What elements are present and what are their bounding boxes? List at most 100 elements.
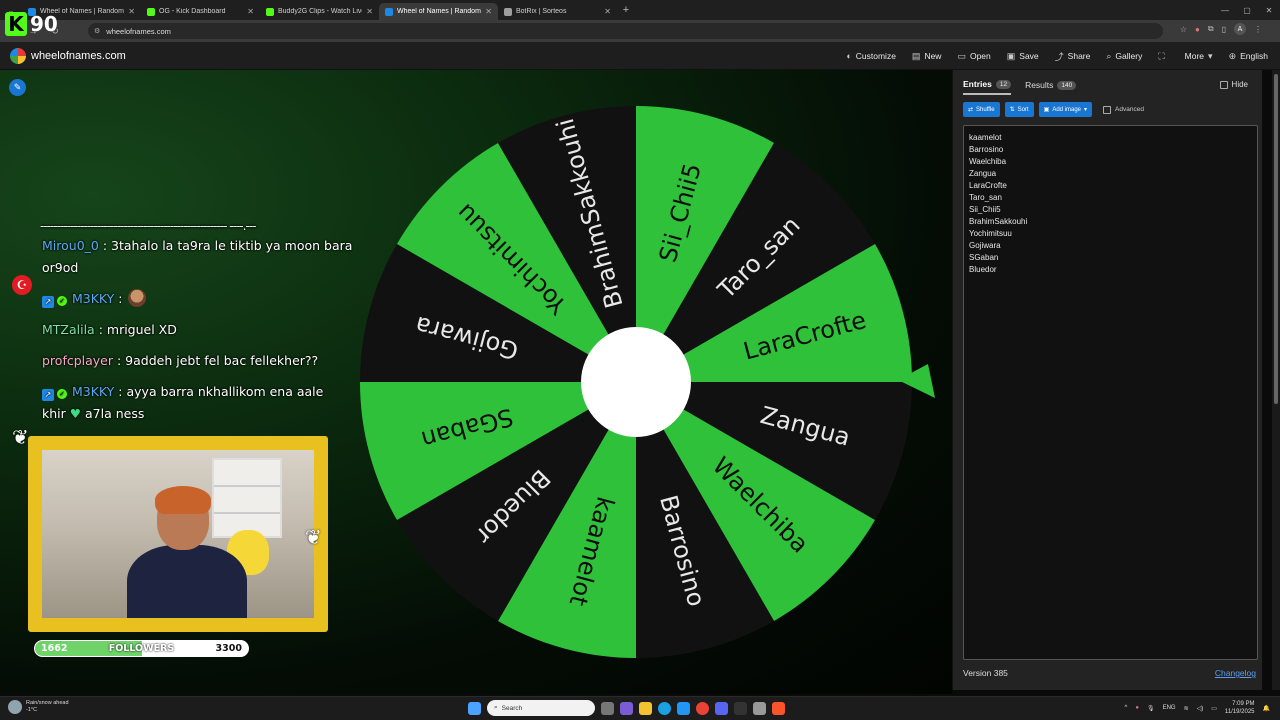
entry-line: LaraCrofte [969, 181, 1007, 190]
close-window-icon[interactable]: ✕ [1258, 0, 1280, 20]
volume-icon[interactable]: ◁) [1197, 705, 1204, 712]
chat-username[interactable]: MTZalila [42, 322, 95, 337]
menu-item-gallery[interactable]: ⌕ Gallery [1106, 51, 1142, 62]
advanced-checkbox[interactable] [1103, 105, 1112, 114]
menu-item-share[interactable]: ⤴ Share [1055, 50, 1091, 63]
screen: ⌄ Wheel of Names | Random name✕OG - Kick… [0, 0, 1280, 720]
brave-icon[interactable] [772, 701, 785, 715]
tab-close-icon[interactable]: ✕ [366, 7, 373, 16]
system-tray: ^ ● 🎙 ENG ≋ ◁) ▭ 7:09 PM 11/19/2025 🔔 [1125, 700, 1271, 716]
advanced-toggle[interactable]: Advanced [1103, 105, 1144, 114]
browser-menu-icon[interactable]: ⋮ [1254, 25, 1262, 34]
menu-item-label: Gallery [1115, 51, 1143, 61]
hide-checkbox[interactable] [1219, 80, 1228, 89]
chat-username[interactable]: M3KKY [72, 291, 114, 306]
start-windows-icon[interactable] [468, 701, 481, 715]
subscriber-badge-icon: ↗ [42, 389, 54, 401]
profile-avatar[interactable]: A [1234, 23, 1246, 35]
results-count-badge: 140 [1057, 80, 1077, 90]
tab-close-icon[interactable]: ✕ [604, 7, 611, 16]
tab-entries[interactable]: Entries 12 [963, 79, 1012, 95]
minimize-icon[interactable]: — [1214, 0, 1236, 20]
tab-favicon-icon [504, 7, 512, 16]
changelog-link[interactable]: Changelog [1215, 668, 1256, 678]
add-image-button[interactable]: ▣ Add image ▾ [1038, 102, 1093, 117]
settings-icon[interactable] [753, 701, 766, 715]
new-tab-button[interactable]: + [617, 4, 635, 16]
sidebar-icon[interactable]: ▯ [1222, 25, 1226, 34]
chat-username[interactable]: Mirou0_0 [42, 238, 99, 253]
edit-pencil-icon[interactable]: ✎ [9, 79, 26, 96]
weather-widget[interactable]: Rain/snow ahead -1°C [8, 700, 69, 714]
menu-item-fullscreen[interactable]: ⛶ [1158, 51, 1168, 62]
tunisia-flag-icon: ☪ [12, 275, 32, 295]
chat-username[interactable]: M3KKY [72, 384, 114, 399]
site-header: wheelofnames.com ◐ Customize ▤ New ▭ Open ▣ Sav… [0, 42, 1280, 70]
browser-tab[interactable]: Buddy2G Clips - Watch Live on ✕ [260, 3, 379, 20]
bookmark-star-icon[interactable]: ☆ [1180, 25, 1187, 34]
browser-tab[interactable]: OG - Kick Dashboard ✕ [141, 3, 260, 20]
kick-viewer-badge: K 90 [5, 12, 58, 36]
hide-toggle[interactable]: Hide [1219, 80, 1248, 89]
menu-item-english[interactable]: ⊕ English [1229, 51, 1268, 62]
tab-close-icon[interactable]: ✕ [247, 7, 254, 16]
tray-app-icon[interactable]: ● [1135, 705, 1139, 711]
maximize-icon[interactable]: ▢ [1236, 0, 1258, 20]
wheel-logo-icon[interactable] [10, 47, 26, 64]
tray-chevron-icon[interactable]: ^ [1125, 705, 1128, 711]
browser-tab[interactable]: BotRix | Sorteos ✕ [498, 3, 617, 20]
edge-icon[interactable] [658, 701, 671, 715]
site-info-icon[interactable]: ⚙ [94, 27, 100, 35]
shuffle-button[interactable]: ⇄ Shuffle [963, 102, 1000, 117]
url-field[interactable]: ⚙ wheelofnames.com [88, 23, 1163, 39]
app-icon[interactable] [620, 701, 633, 715]
frame-deco-icon: ❦ [12, 427, 29, 449]
tab-favicon-icon [266, 7, 274, 16]
chrome-icon[interactable] [696, 701, 709, 715]
extensions-puzzle-icon[interactable]: ⧉ [1208, 24, 1214, 34]
sort-button[interactable]: ⇅ Sort [1004, 102, 1034, 117]
image-icon: ▣ [1043, 107, 1050, 113]
task-view-icon[interactable] [601, 701, 614, 715]
viewer-count: 90 [30, 12, 58, 36]
site-name[interactable]: wheelofnames.com [31, 50, 126, 62]
network-icon[interactable]: ≋ [1184, 705, 1189, 712]
extension-icon[interactable]: ● [1195, 25, 1200, 34]
page-scrollbar[interactable] [1272, 70, 1280, 690]
palette-icon: ◐ [846, 51, 852, 61]
menu-item-more[interactable]: More ▾ [1185, 51, 1213, 62]
subscriber-badge-icon: ↗ [42, 296, 54, 308]
taskbar-search[interactable]: ⌕ Search [487, 700, 595, 716]
tab-close-icon[interactable]: ✕ [128, 7, 135, 16]
chat-username[interactable]: profcplayer [42, 353, 113, 368]
tab-close-icon[interactable]: ✕ [485, 7, 492, 16]
new-file-icon: ▤ [911, 50, 921, 61]
entries-panel: Entries 12 Results 140 Hide ⇄ Shuffle ⇅ … [952, 70, 1262, 690]
site-menu: ◐ Customize ▤ New ▭ Open ▣ Save ⤴ Share ⌕ Gallery ⛶ M… [846, 42, 1268, 70]
menu-item-save[interactable]: ▣ Save [1007, 51, 1039, 62]
tab-entries-label: Entries [963, 79, 992, 89]
app-icon[interactable] [677, 701, 690, 715]
menu-item-open[interactable]: ▭ Open [957, 51, 990, 62]
file-explorer-icon[interactable] [639, 701, 652, 715]
chevron-down-icon: ▾ [1084, 107, 1088, 113]
name-wheel[interactable]: Sii_Chii5 Taro_sanLaraCrofteZanguaWaelchi… [330, 70, 950, 694]
menu-item-label: More [1184, 51, 1205, 61]
wheel-stage: ✎ --------------------------------------… [0, 70, 952, 694]
discord-icon[interactable] [715, 701, 728, 715]
terminal-icon[interactable] [734, 701, 747, 715]
entry-line: Waelchiba [969, 157, 1007, 166]
language-indicator[interactable]: ENG [1163, 705, 1176, 711]
notification-bell-icon[interactable]: 🔔 [1263, 705, 1270, 712]
wheel-center-button[interactable] [581, 327, 691, 437]
browser-tab[interactable]: Wheel of Names | Random ✕ [379, 3, 498, 20]
menu-item-label: Open [969, 51, 991, 61]
clock[interactable]: 7:09 PM 11/19/2025 [1225, 700, 1255, 716]
menu-item-new[interactable]: ▤ New [912, 51, 942, 62]
mic-icon[interactable]: 🎙 [1147, 705, 1155, 712]
battery-icon[interactable]: ▭ [1211, 705, 1217, 712]
tab-results[interactable]: Results 140 [1025, 80, 1077, 94]
entry-line: SGaban [969, 253, 999, 262]
menu-item-customize[interactable]: ◐ Customize [846, 51, 896, 61]
entries-textarea[interactable]: kaamelot Barrosino Waelchiba Zangua LaraCrof… [963, 125, 1258, 660]
